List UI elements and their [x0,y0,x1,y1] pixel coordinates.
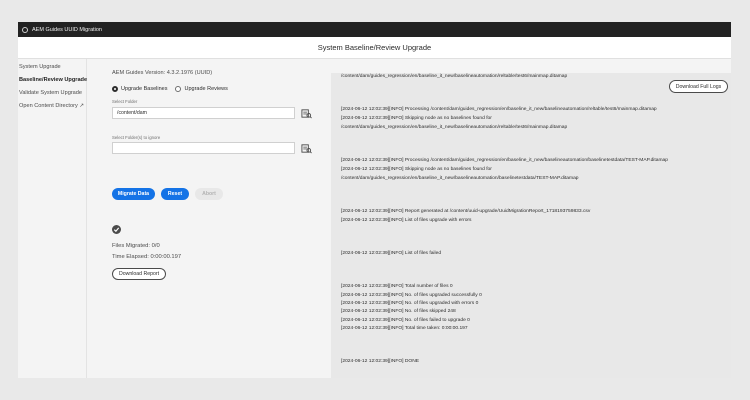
log-line: /content/dam/guides_regression/en/baseli… [341,74,568,79]
select-folder-input[interactable]: /content/dam [112,107,295,119]
upgrade-type-radio-group: Upgrade Baselines Upgrade Reviews [112,86,228,92]
radio-unchecked-icon [175,86,182,92]
upgrade-baselines-radio[interactable]: Upgrade Baselines [112,86,167,92]
log-line: [2024-06-12 12:02:39][INFO] List of file… [341,251,442,256]
sidebar-item-open-content-directory[interactable]: Open Content Directory ↗ [18,100,86,113]
download-full-logs-button[interactable]: Download Full Logs [669,80,728,93]
download-report-button[interactable]: Download Report [112,268,166,280]
action-buttons: Migrate Data Reset Abort [112,188,223,200]
sidebar-item-validate-system-upgrade[interactable]: Validate System Upgrade [18,87,86,100]
sidebar-item-baseline-review-upgrade[interactable]: Baseline/Review Upgrade [18,74,87,87]
time-elapsed-text: Time Elapsed: 0:00:00.197 [112,254,182,260]
migrate-data-button[interactable]: Migrate Data [112,188,155,200]
log-line: [2024-06-12 12:02:39][INFO] Skipping nod… [341,116,492,121]
version-text: AEM Guides Version: 4.3.2.1976 (UUID) [112,70,213,76]
upgrade-reviews-radio[interactable]: Upgrade Reviews [175,86,228,92]
log-line: [2024-06-12 12:02:39][INFO] Processing /… [341,158,668,163]
log-line: [2024-06-12 12:02:39][INFO] No. of files… [341,309,456,314]
files-migrated-text: Files Migrated: 0/0 [112,243,160,249]
log-line: [2024-06-12 12:02:39][INFO] Processing /… [341,107,657,112]
ignore-folder-label: Select Folder(s) to ignore [112,135,161,140]
main-body: System Upgrade Baseline/Review Upgrade V… [18,59,731,378]
page-title: System Baseline/Review Upgrade [317,43,432,52]
sidebar-item-system-upgrade[interactable]: System Upgrade [18,61,86,74]
log-line: [2024-06-12 12:02:39][INFO] No. of files… [341,293,482,298]
folder-browse-icon[interactable] [300,142,312,154]
window-title: AEM Guides UUID Migration [32,26,102,33]
checkmark-circle-icon [112,225,121,234]
log-line: [2024-06-12 12:02:39][INFO] Total time t… [341,326,468,331]
abort-button: Abort [195,188,223,200]
upgrade-reviews-label: Upgrade Reviews [184,86,228,92]
reset-button[interactable]: Reset [161,188,189,200]
log-line: [2024-06-12 12:02:39][INFO] No. of files… [341,301,479,306]
sidebar: System Upgrade Baseline/Review Upgrade V… [18,59,87,378]
upgrade-form: AEM Guides Version: 4.3.2.1976 (UUID) Up… [87,59,331,378]
log-line: [2024-06-12 12:02:39][INFO] No. of files… [341,318,470,323]
log-line: [2024-06-12 12:02:39][INFO] Total number… [341,284,453,289]
radio-checked-icon [112,86,118,92]
log-line: [2024-06-12 12:02:39][INFO] DONE [341,359,420,364]
page-header: System Baseline/Review Upgrade [18,37,731,59]
folder-browse-icon[interactable] [300,107,312,119]
title-bar: AEM Guides UUID Migration [18,22,731,37]
log-line: [2024-06-12 12:02:39][INFO] Report gener… [341,209,591,214]
upgrade-baselines-label: Upgrade Baselines [121,86,168,92]
ignore-folder-input[interactable] [112,142,295,154]
select-folder-label: Select Folder [112,99,138,104]
app-icon [22,26,28,33]
log-panel: /content/dam/guides_regression/en/baseli… [331,73,731,378]
log-line: /content/dam/guides_regression/en/baseli… [341,125,568,130]
log-line: [2024-06-12 12:02:39][INFO] List of file… [341,218,472,223]
log-line: [2024-06-12 12:02:39][INFO] Skipping nod… [341,167,492,172]
app-window: AEM Guides UUID Migration System Baselin… [18,22,731,378]
log-line: /content/dam/guides_regression/en/baseli… [341,176,579,181]
